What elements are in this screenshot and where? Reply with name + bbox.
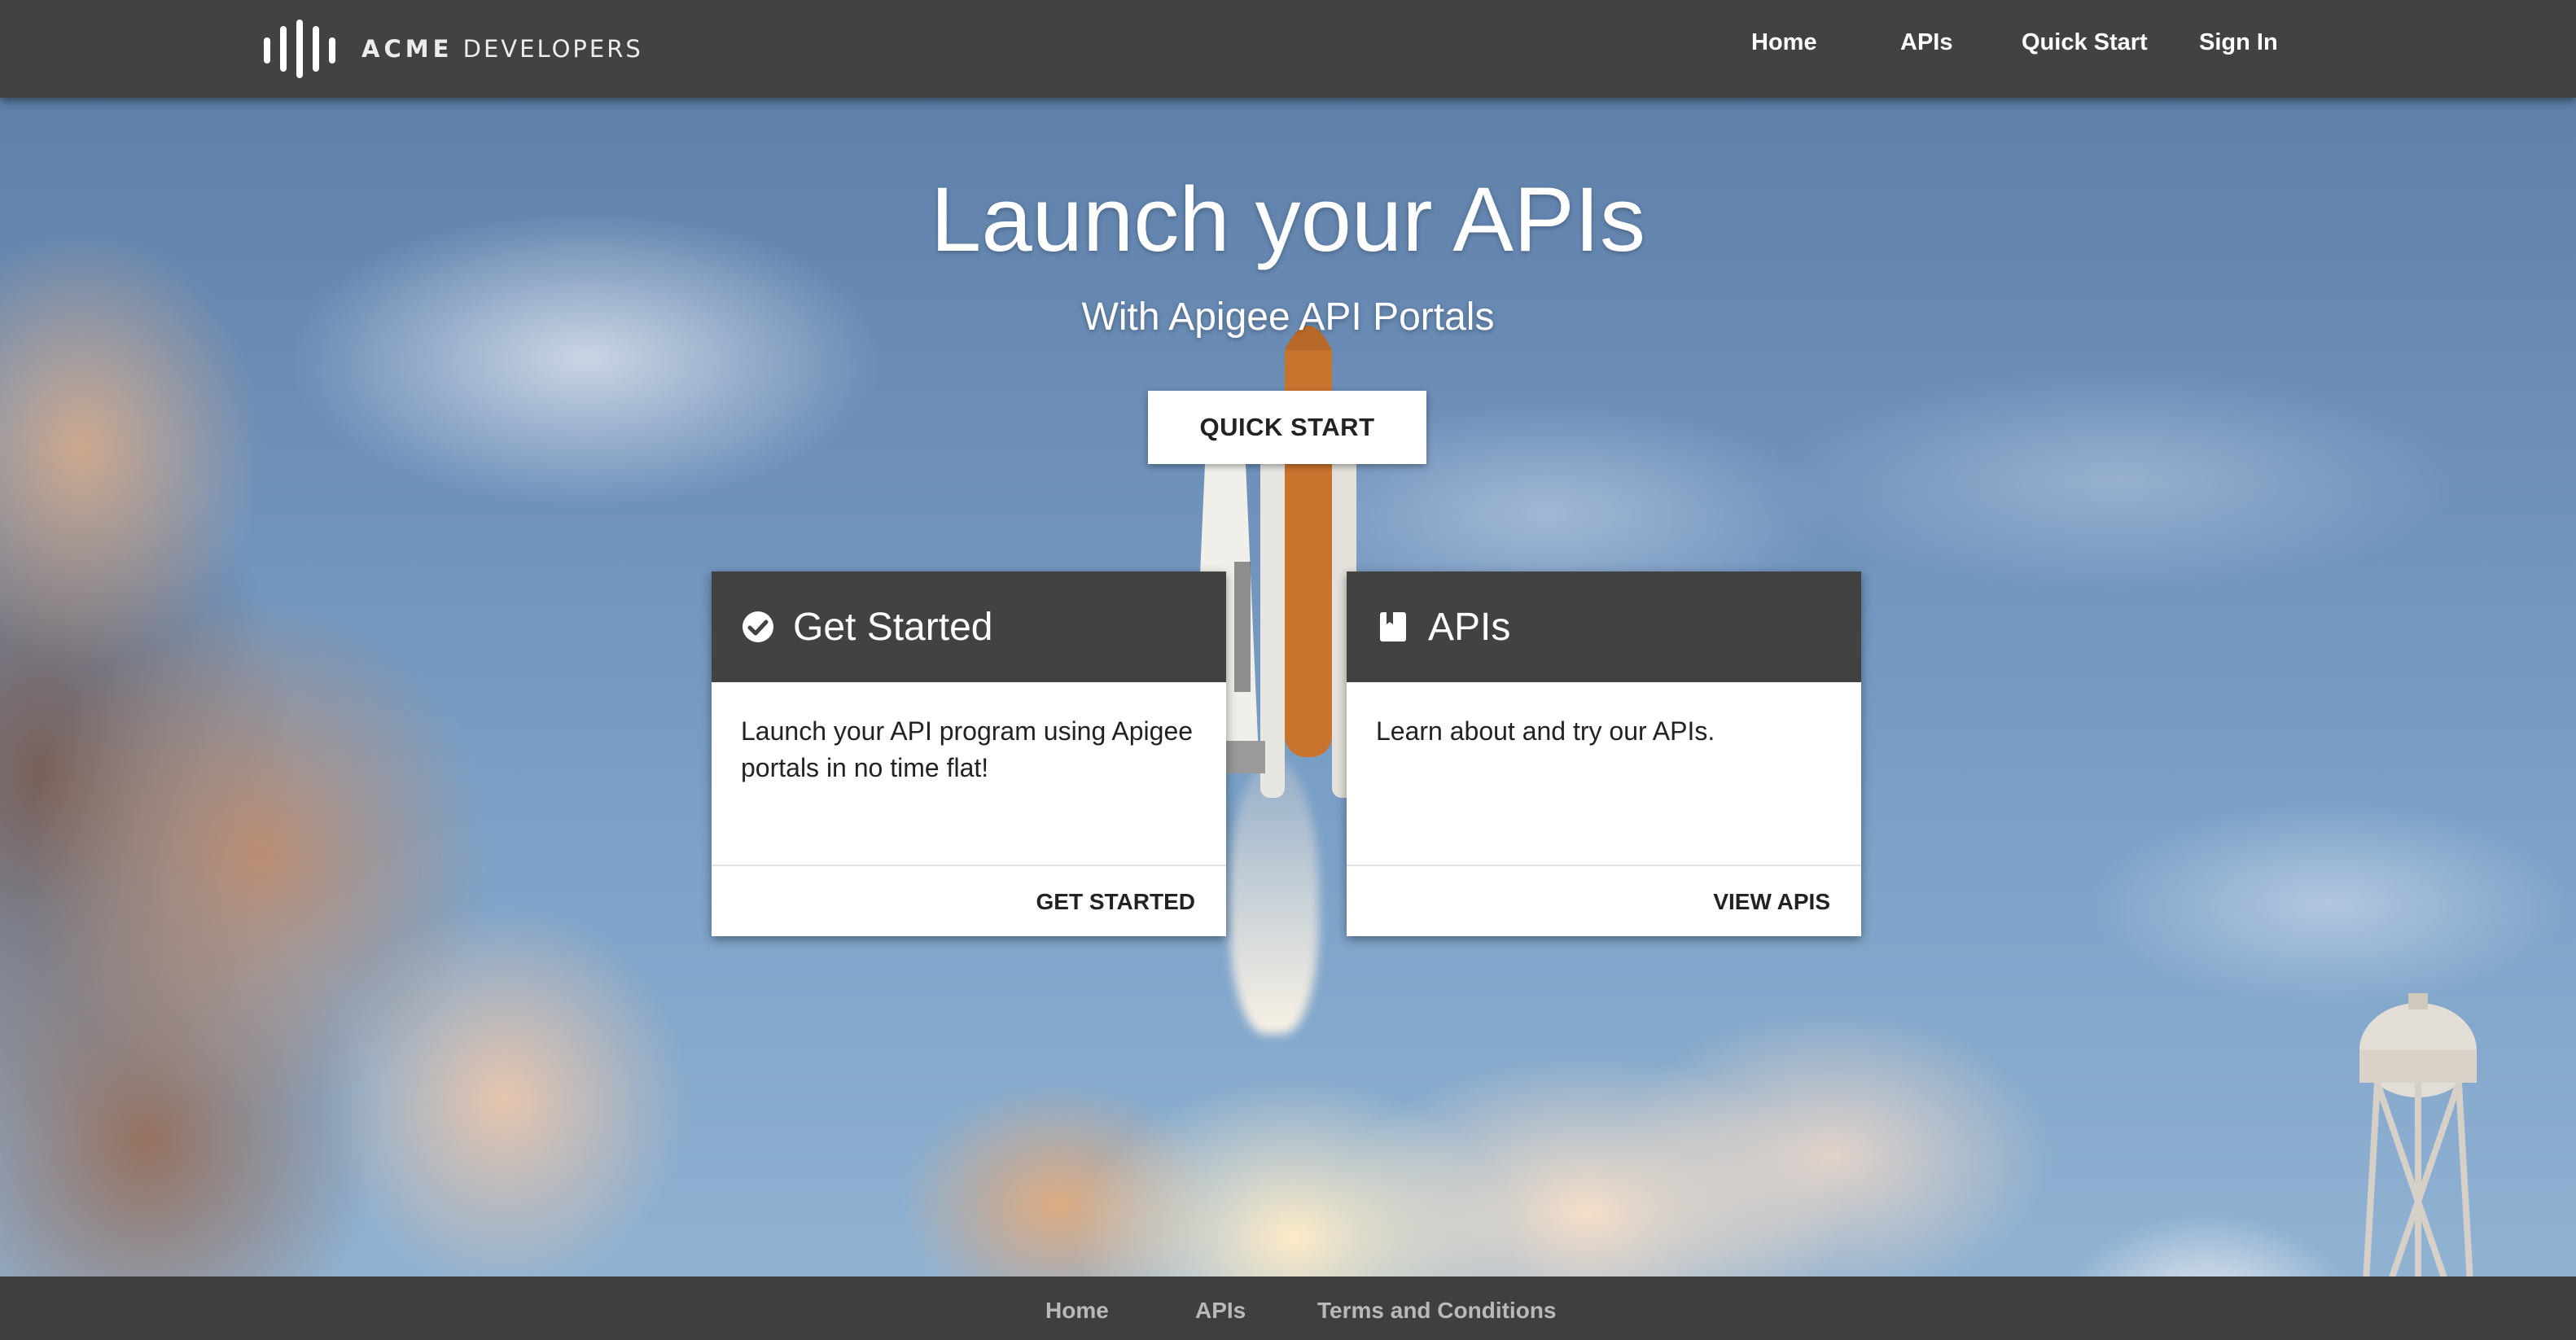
hero-subtitle: With Apigee API Portals — [1081, 296, 1495, 339]
hero-title: Launch your APIs — [931, 169, 1645, 270]
nav-quick-start-link[interactable]: Quick Start — [2022, 29, 2148, 56]
footer-home-link[interactable]: Home — [1045, 1298, 1109, 1324]
water-tower-illustration — [2359, 993, 2477, 1278]
card-title: APIs — [1428, 605, 1511, 649]
card-header: Get Started — [712, 571, 1226, 682]
smoke-cloud-center — [855, 944, 2076, 1278]
sound-bars-logo-icon — [264, 20, 335, 78]
footer-bar: Home APIs Terms and Conditions — [0, 1277, 2576, 1340]
footer-apis-link[interactable]: APIs — [1195, 1298, 1246, 1324]
card-title: Get Started — [793, 605, 993, 649]
logo-wordmark: ACME DEVELOPERS — [361, 35, 643, 63]
nav-home-link[interactable]: Home — [1751, 29, 1817, 56]
quick-start-button[interactable]: QUICK START — [1148, 391, 1426, 464]
logo-wordmark-rest: DEVELOPERS — [462, 35, 643, 63]
card-description: Learn about and try our APIs. — [1347, 682, 1861, 866]
card-header: APIs — [1347, 571, 1861, 682]
get-started-button[interactable]: GET STARTED — [1036, 889, 1195, 915]
get-started-card: Get Started Launch your API program usin… — [712, 571, 1226, 936]
card-footer: VIEW APIS — [1347, 866, 1861, 936]
nav-apis-link[interactable]: APIs — [1900, 29, 1952, 56]
top-navigation-bar: ACME DEVELOPERS Home APIs Quick Start Si… — [0, 0, 2576, 98]
nav-sign-in-link[interactable]: Sign In — [2199, 29, 2278, 56]
view-apis-button[interactable]: VIEW APIS — [1713, 889, 1830, 915]
footer-terms-link[interactable]: Terms and Conditions — [1317, 1298, 1557, 1324]
check-circle-icon — [743, 611, 773, 642]
page: ACME DEVELOPERS Home APIs Quick Start Si… — [0, 0, 2576, 1340]
logo-wordmark-bold: ACME — [361, 35, 453, 63]
acme-logo[interactable]: ACME DEVELOPERS — [262, 16, 643, 81]
book-icon — [1380, 612, 1406, 642]
apis-card: APIs Learn about and try our APIs. VIEW … — [1347, 571, 1861, 936]
card-description: Launch your API program using Apigee por… — [712, 682, 1226, 866]
card-footer: GET STARTED — [712, 866, 1226, 936]
